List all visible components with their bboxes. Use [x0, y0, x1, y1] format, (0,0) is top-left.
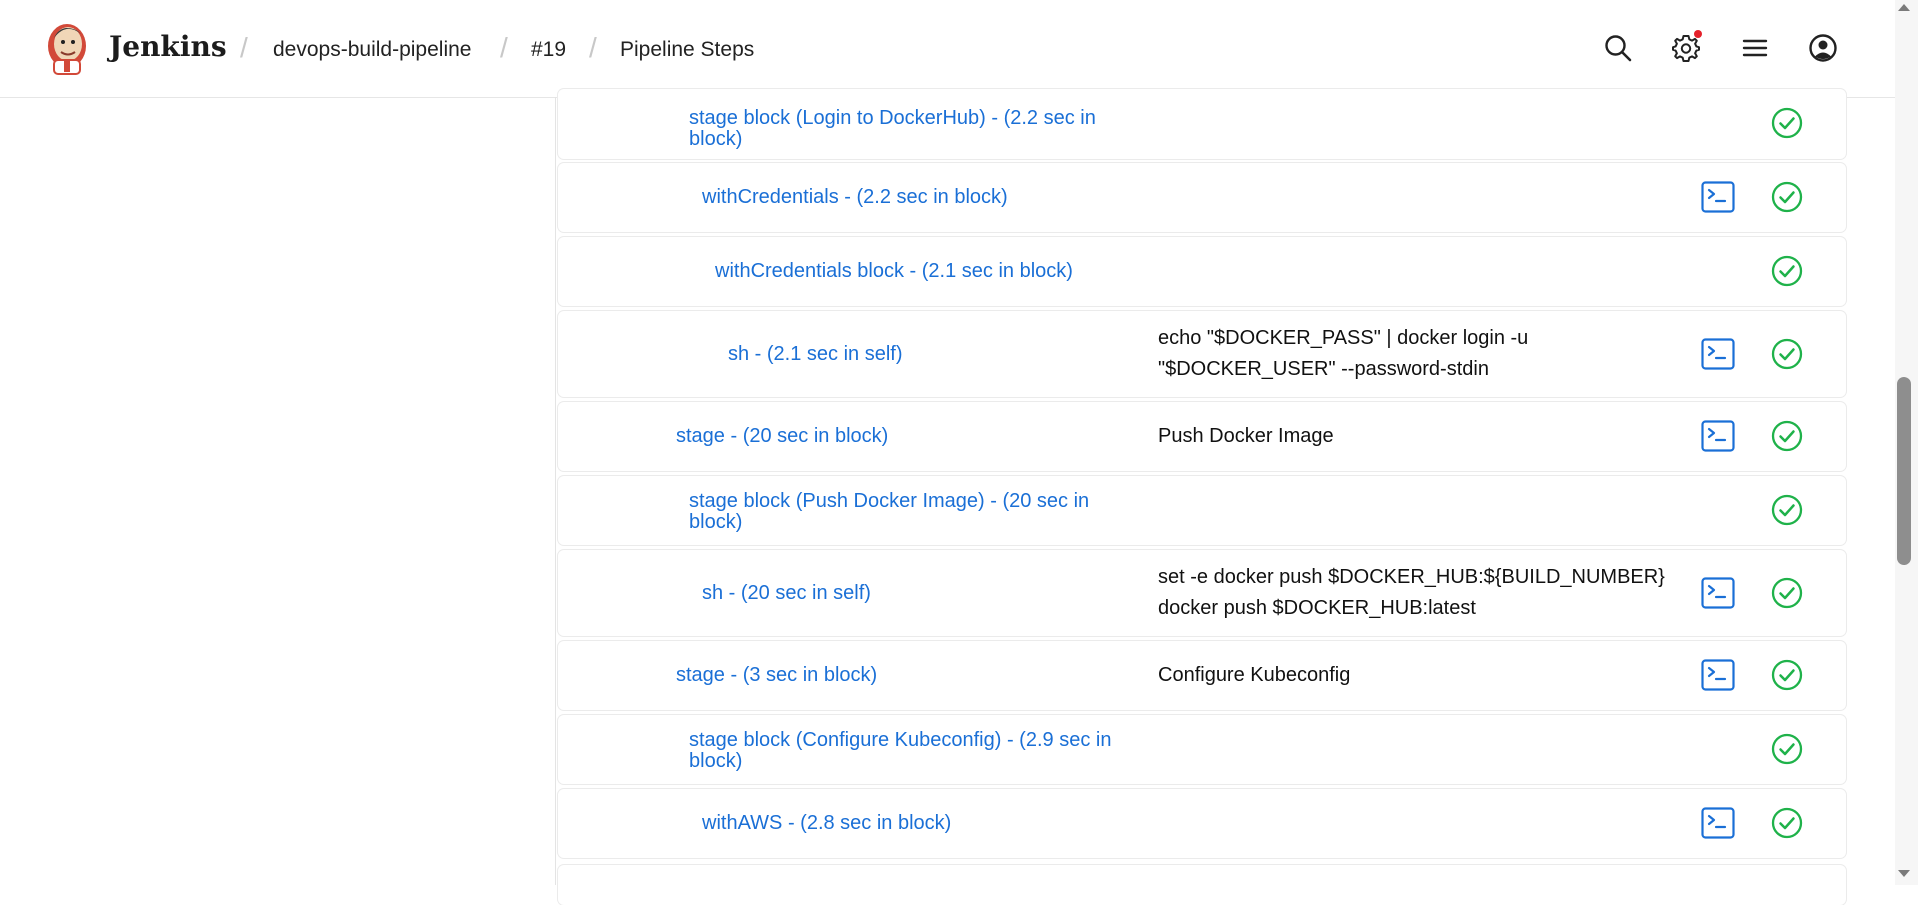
success-check-icon — [1771, 420, 1803, 452]
step-arguments: set -e docker push $DOCKER_HUB:${BUILD_N… — [1158, 566, 1665, 619]
notification-badge — [1694, 30, 1702, 38]
breadcrumb-separator: / — [240, 32, 248, 63]
menu-icon[interactable] — [1740, 33, 1770, 63]
sidebar-divider — [555, 97, 556, 885]
success-check-icon — [1771, 181, 1803, 213]
step-link[interactable]: stage - (3 sec in block) — [676, 665, 877, 686]
console-output-icon[interactable] — [1701, 807, 1735, 839]
table-row: sh - (20 sec in self) set -e docker push… — [558, 550, 1846, 636]
success-check-icon — [1771, 338, 1803, 370]
table-row: withCredentials block - (2.1 sec in bloc… — [558, 237, 1846, 306]
step-link[interactable]: stage - (20 sec in block) — [676, 426, 888, 447]
breadcrumb-separator: / — [589, 32, 597, 63]
table-row: stage block (Configure Kubeconfig) - (2.… — [558, 715, 1846, 784]
success-check-icon — [1771, 577, 1803, 609]
success-check-icon — [1771, 807, 1803, 839]
table-row: stage block (Login to DockerHub) - (2.2 … — [558, 89, 1846, 159]
console-output-icon[interactable] — [1701, 338, 1735, 370]
step-link[interactable]: sh - (20 sec in self) — [702, 583, 871, 604]
scroll-up-arrow[interactable] — [1898, 4, 1910, 11]
console-output-icon[interactable] — [1701, 181, 1735, 213]
table-row — [558, 865, 1846, 905]
breadcrumb-current[interactable]: Pipeline Steps — [620, 38, 754, 62]
breadcrumb-build[interactable]: #19 — [531, 38, 566, 62]
step-link[interactable]: stage block (Login to DockerHub) - (2.2 … — [689, 108, 1129, 150]
success-check-icon — [1771, 733, 1803, 765]
step-link[interactable]: withCredentials - (2.2 sec in block) — [702, 187, 1008, 208]
breadcrumb-job[interactable]: devops-build-pipeline — [273, 38, 471, 62]
jenkins-logo[interactable] — [46, 20, 88, 76]
table-row: stage - (3 sec in block) Configure Kubec… — [558, 641, 1846, 710]
scroll-down-arrow[interactable] — [1898, 870, 1910, 877]
step-link[interactable]: stage block (Push Docker Image) - (20 se… — [689, 491, 1129, 533]
breadcrumb-separator: / — [500, 32, 508, 63]
console-output-icon[interactable] — [1701, 420, 1735, 452]
success-check-icon — [1771, 659, 1803, 691]
step-arguments: Push Docker Image — [1158, 425, 1334, 447]
step-link[interactable]: withCredentials block - (2.1 sec in bloc… — [715, 261, 1073, 282]
step-link[interactable]: sh - (2.1 sec in self) — [728, 344, 903, 365]
table-row: stage - (20 sec in block) Push Docker Im… — [558, 402, 1846, 471]
search-icon[interactable] — [1603, 33, 1633, 63]
top-header: Jenkins / devops-build-pipeline / #19 / … — [0, 0, 1895, 98]
success-check-icon — [1771, 255, 1803, 287]
success-check-icon — [1771, 107, 1803, 139]
step-arguments: Configure Kubeconfig — [1158, 664, 1351, 686]
console-output-icon[interactable] — [1701, 577, 1735, 609]
step-arguments: echo "$DOCKER_PASS" | docker login -u "$… — [1158, 327, 1529, 380]
table-row: sh - (2.1 sec in self) echo "$DOCKER_PAS… — [558, 311, 1846, 397]
table-row: stage block (Push Docker Image) - (20 se… — [558, 476, 1846, 545]
user-icon[interactable] — [1808, 33, 1838, 63]
scrollbar-thumb[interactable] — [1897, 377, 1911, 565]
step-link[interactable]: withAWS - (2.8 sec in block) — [702, 813, 951, 834]
console-output-icon[interactable] — [1701, 659, 1735, 691]
success-check-icon — [1771, 494, 1803, 526]
table-row: withCredentials - (2.2 sec in block) — [558, 163, 1846, 232]
brand-name[interactable]: Jenkins — [109, 30, 227, 63]
table-row: withAWS - (2.8 sec in block) — [558, 789, 1846, 858]
step-link[interactable]: stage block (Configure Kubeconfig) - (2.… — [689, 730, 1129, 772]
